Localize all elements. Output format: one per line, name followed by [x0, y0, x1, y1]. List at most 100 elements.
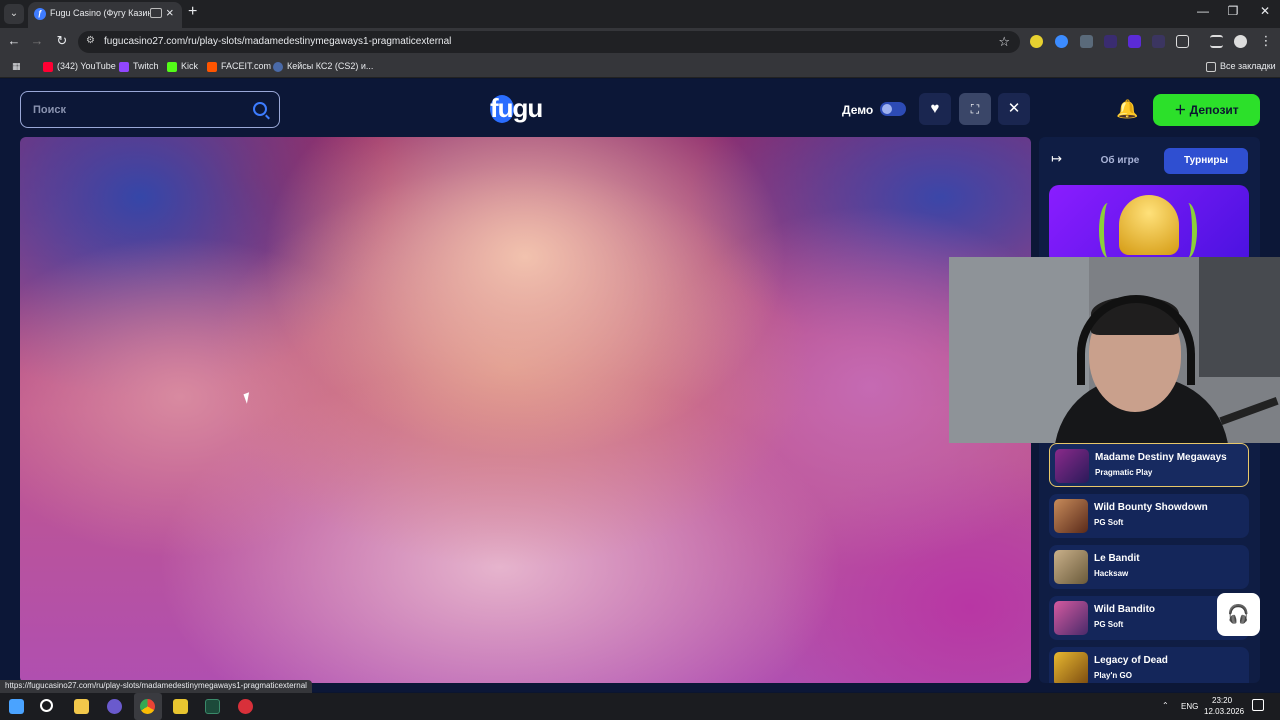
game-thumbnail	[1055, 449, 1089, 483]
browser-toolbar: ← → ↻ ⚙ fugucasino27.com/ru/play-slots/m…	[0, 28, 1280, 56]
favorite-button[interactable]: ♥	[919, 93, 951, 125]
obs-icon[interactable]	[238, 699, 253, 714]
file-explorer-icon[interactable]	[74, 699, 89, 714]
windows-start-icon[interactable]	[9, 699, 24, 714]
game-title: Legacy of Dead	[1094, 655, 1168, 666]
terminal-icon[interactable]	[205, 699, 220, 714]
heart-icon: ♥	[930, 100, 940, 117]
bookmark-kick[interactable]: Kick	[167, 61, 198, 72]
bookmark-cases[interactable]: Кейсы КС2 (CS2) и...	[273, 61, 373, 72]
reload-icon[interactable]: ↻	[53, 33, 71, 49]
search-input[interactable]: Поиск	[20, 91, 280, 128]
address-bar[interactable]: ⚙ fugucasino27.com/ru/play-slots/madamed…	[78, 31, 1020, 53]
address-url[interactable]: fugucasino27.com/ru/play-slots/madamedes…	[104, 36, 451, 47]
search-placeholder: Поиск	[33, 104, 67, 116]
window-close-icon[interactable]: ✕	[1250, 4, 1280, 18]
extension-icon[interactable]	[1104, 35, 1117, 48]
search-icon[interactable]	[253, 102, 267, 116]
notifications-icon[interactable]	[1252, 699, 1264, 711]
tab-tournaments[interactable]: Турниры	[1164, 148, 1248, 174]
game-provider: PG Soft	[1094, 620, 1124, 629]
bookmarks-bar: ▦ (342) YouTube Twitch Kick FACEIT.com К…	[0, 56, 1280, 78]
tab-title: Fugu Casino (Фугу Казино)	[50, 8, 150, 18]
laurel-icon	[1099, 203, 1117, 258]
headset-icon: 🎧	[1227, 604, 1250, 624]
kick-icon	[167, 61, 177, 72]
game-provider: PG Soft	[1094, 518, 1124, 527]
tab-search-button[interactable]: ⌄	[4, 4, 24, 24]
demo-label: Демо	[842, 103, 874, 117]
game-thumbnail	[1054, 652, 1088, 683]
faceit-icon	[207, 61, 217, 72]
fugu-favicon-icon: ƒ	[34, 8, 46, 20]
game-frame[interactable]	[20, 137, 1031, 683]
tray-chevron-icon[interactable]: ⌃	[1162, 701, 1169, 710]
media-icon[interactable]	[150, 8, 162, 18]
windows-taskbar: ⌃ ENG 23:20 12.03.2026	[0, 693, 1280, 720]
fugu-logo[interactable]: fugu	[490, 93, 552, 127]
restore-icon[interactable]: ❐	[1218, 4, 1248, 18]
extensions-puzzle-icon[interactable]	[1176, 35, 1189, 48]
chrome-icon[interactable]	[140, 699, 155, 714]
link-status-bar: https://fugucasino27.com/ru/play-slots/m…	[0, 680, 312, 693]
browser-tab[interactable]: ƒ Fugu Casino (Фугу Казино) ×	[28, 2, 182, 28]
clock-date[interactable]: 12.03.2026	[1204, 707, 1244, 716]
deposit-button[interactable]: ＋ Депозит	[1153, 94, 1260, 126]
demo-toggle[interactable]	[880, 102, 906, 116]
minimize-icon[interactable]: —	[1188, 4, 1218, 18]
all-bookmarks[interactable]: Все закладки	[1206, 61, 1276, 72]
browser-tabbar: ⌄ ƒ Fugu Casino (Фугу Казино) × + — ❐ ✕	[0, 0, 1280, 28]
extension-icon[interactable]	[1128, 35, 1141, 48]
list-item[interactable]: Le Bandit Hacksaw	[1049, 545, 1249, 589]
list-item[interactable]: Legacy of Dead Play'n GO	[1049, 647, 1249, 683]
bookmark-star-icon[interactable]: ☆	[998, 34, 1010, 50]
webcam-overlay	[949, 257, 1280, 443]
tab-close-icon[interactable]: ×	[166, 5, 174, 20]
webcam-background	[1199, 257, 1280, 377]
bookmark-faceit[interactable]: FACEIT.com	[207, 61, 271, 72]
cases-icon	[273, 61, 283, 72]
game-provider: Pragmatic Play	[1095, 468, 1153, 477]
apps-grid-icon[interactable]: ▦	[12, 61, 21, 72]
extension-icon[interactable]	[1055, 35, 1068, 48]
extension-icon[interactable]	[1080, 35, 1093, 48]
media-controls-icon[interactable]	[1210, 35, 1223, 48]
browser-menu-icon[interactable]: ⋮	[1257, 33, 1275, 49]
tournament-banner[interactable]	[1049, 185, 1249, 265]
new-tab-icon[interactable]: +	[188, 3, 197, 21]
list-item[interactable]: Wild Bounty Showdown PG Soft	[1049, 494, 1249, 538]
back-icon[interactable]: ←	[5, 33, 23, 48]
youtube-icon	[43, 61, 53, 72]
mouse-cursor-icon	[243, 392, 253, 404]
microphone-icon	[1219, 396, 1279, 426]
collapse-panel-icon[interactable]: ↦	[1051, 151, 1062, 167]
site-info-icon[interactable]: ⚙	[86, 35, 99, 48]
extension-icon[interactable]	[1030, 35, 1043, 48]
list-item[interactable]: Madame Destiny Megaways Pragmatic Play	[1049, 443, 1249, 487]
extension-icon[interactable]	[1152, 35, 1165, 48]
app-icon[interactable]	[173, 699, 188, 714]
game-thumbnail	[1054, 550, 1088, 584]
clock-time[interactable]: 23:20	[1212, 696, 1232, 705]
support-chat-button[interactable]: 🎧	[1217, 593, 1260, 636]
bookmark-twitch[interactable]: Twitch	[119, 61, 159, 72]
discord-icon[interactable]	[107, 699, 122, 714]
notifications-bell-icon[interactable]: 🔔	[1116, 99, 1138, 121]
search-icon[interactable]	[40, 699, 53, 712]
game-thumbnail	[1054, 499, 1088, 533]
game-title: Le Bandit	[1094, 553, 1140, 564]
trophy-icon	[1119, 195, 1179, 255]
close-icon: ✕	[1007, 100, 1021, 117]
forward-icon[interactable]: →	[28, 33, 46, 48]
game-provider: Play'n GO	[1094, 671, 1132, 680]
bookmark-youtube[interactable]: (342) YouTube	[43, 61, 116, 72]
fullscreen-button[interactable]: ⛶	[959, 93, 991, 125]
tab-about-game[interactable]: Об игре	[1078, 148, 1162, 174]
close-game-button[interactable]: ✕	[998, 93, 1030, 125]
profile-avatar-icon[interactable]	[1234, 35, 1247, 48]
folder-icon	[1206, 61, 1216, 72]
game-title: Madame Destiny Megaways	[1095, 452, 1227, 463]
input-language[interactable]: ENG	[1181, 702, 1198, 711]
game-provider: Hacksaw	[1094, 569, 1129, 578]
game-title: Wild Bounty Showdown	[1094, 502, 1208, 513]
